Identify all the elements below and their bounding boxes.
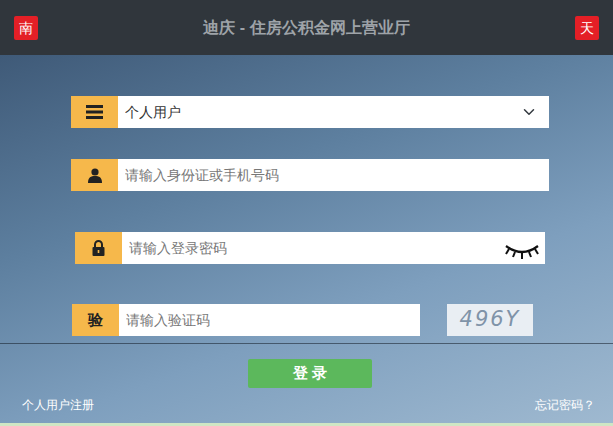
captcha-input[interactable] — [119, 304, 420, 336]
login-button[interactable]: 登 录 — [248, 359, 372, 388]
register-link[interactable]: 个人用户注册 — [22, 396, 94, 414]
password-input[interactable] — [122, 232, 545, 264]
header-bar: 南 迪庆 - 住房公积金网上营业厅 天 — [0, 0, 613, 55]
eye-icon[interactable] — [503, 238, 541, 258]
account-row — [71, 159, 549, 191]
password-field — [122, 232, 545, 264]
person-icon — [71, 159, 118, 191]
login-area: 个人用户 验 496Y 登 录 个人用户注册 忘记密码？ — [0, 55, 613, 426]
page-title: 迪庆 - 住房公积金网上营业厅 — [203, 16, 409, 40]
right-badge: 天 — [575, 16, 599, 40]
footer-links: 个人用户注册 忘记密码？ — [0, 396, 613, 414]
left-badge: 南 — [14, 16, 38, 40]
captcha-row: 验 496Y — [72, 304, 534, 336]
divider — [0, 343, 613, 344]
user-type-select[interactable]: 个人用户 — [118, 96, 549, 128]
captcha-image[interactable]: 496Y — [447, 304, 533, 336]
lock-icon — [75, 232, 122, 264]
menu-icon — [71, 96, 118, 128]
user-type-row: 个人用户 — [71, 96, 549, 128]
forgot-password-link[interactable]: 忘记密码？ — [535, 396, 595, 414]
account-input[interactable] — [118, 159, 549, 191]
captcha-label: 验 — [72, 304, 119, 336]
password-row — [75, 232, 545, 264]
